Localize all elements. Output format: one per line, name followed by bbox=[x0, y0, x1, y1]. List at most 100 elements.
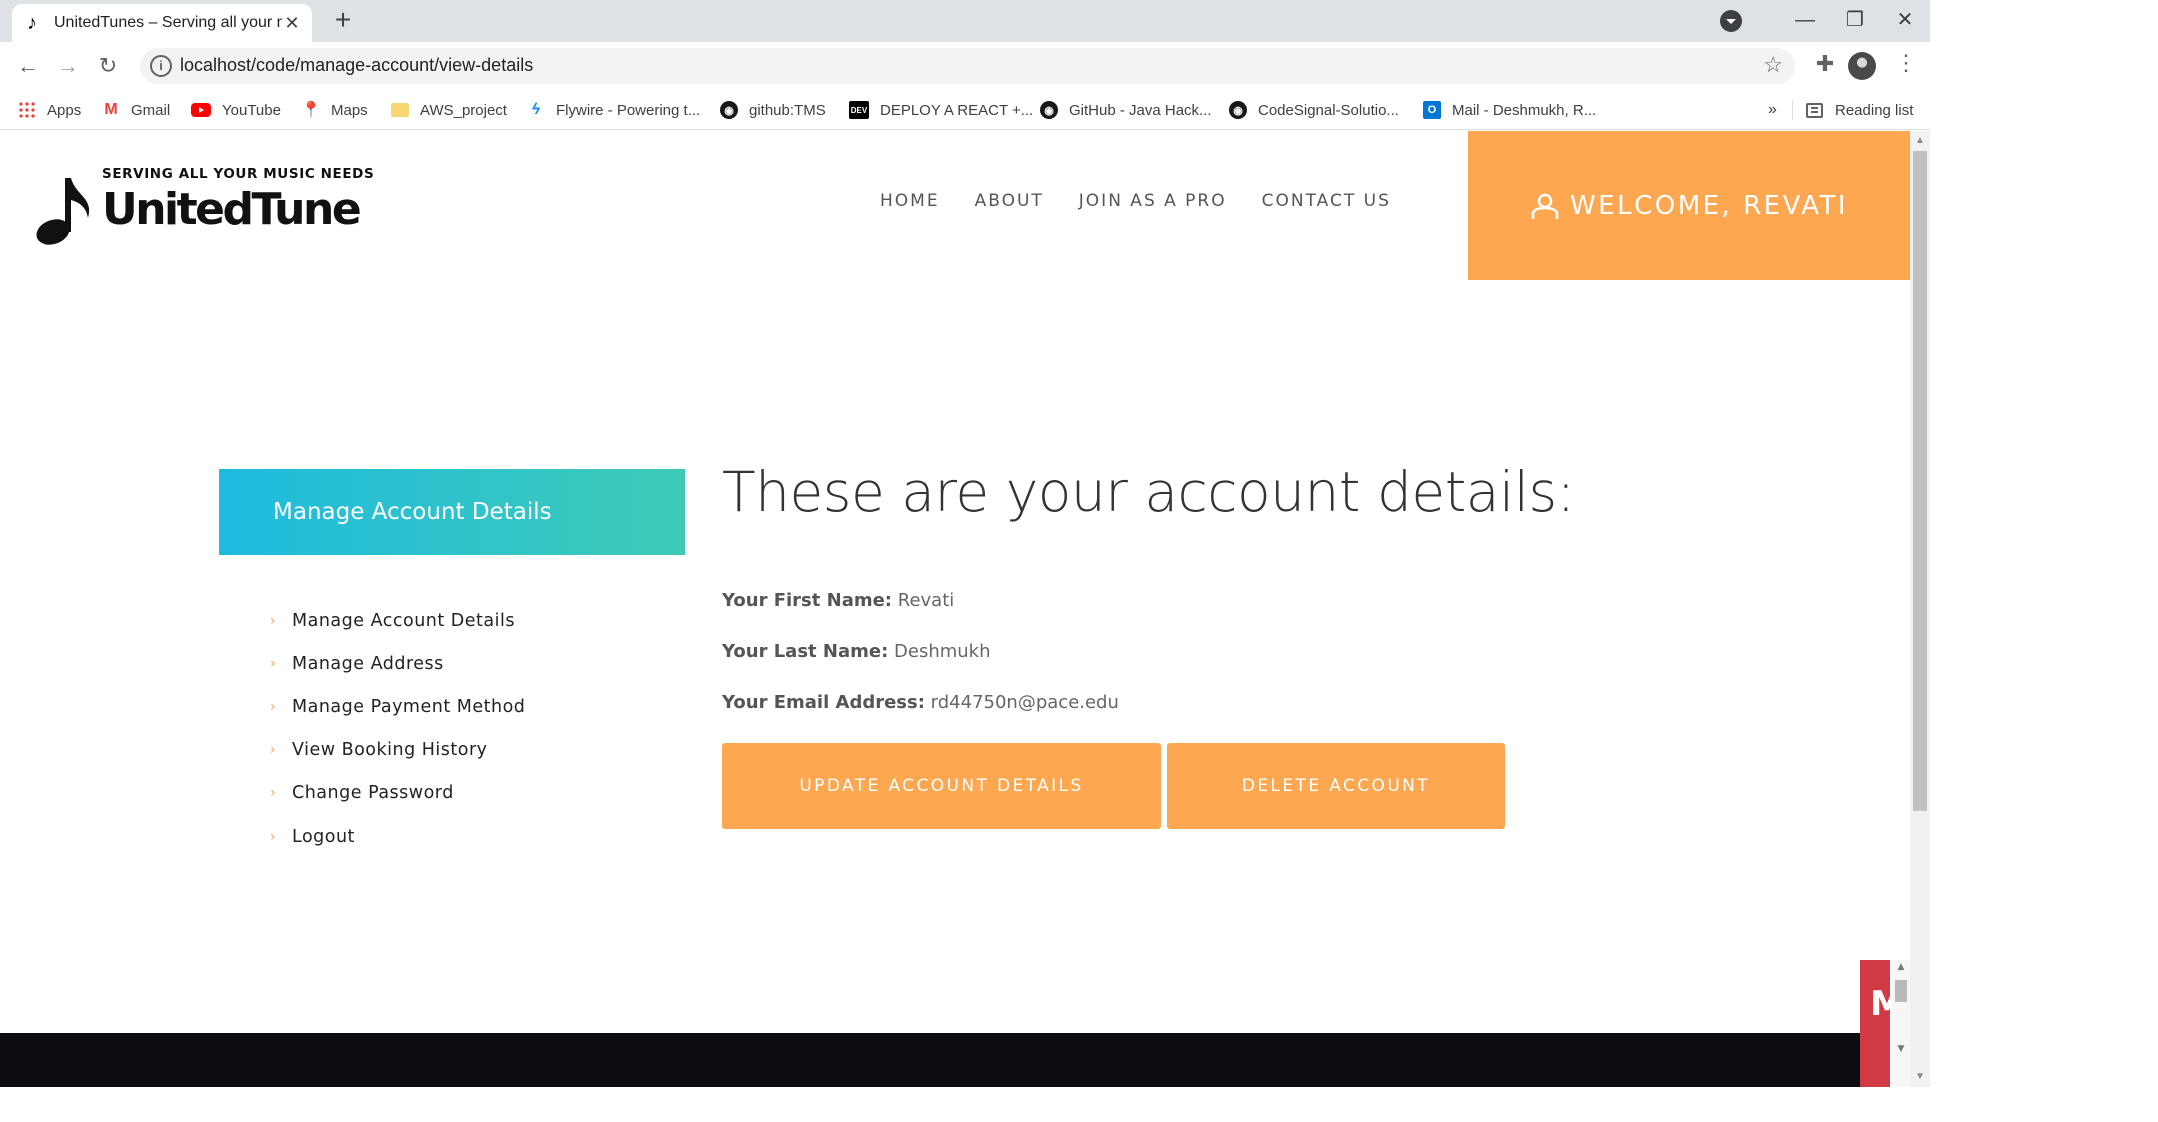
github-icon: ◉ bbox=[1040, 101, 1058, 119]
bookmark-codesignal[interactable]: ◉ CodeSignal-Solutio... bbox=[1229, 90, 1399, 130]
sidebar-item-manage-account-details[interactable]: › Manage Account Details bbox=[270, 599, 525, 642]
bookmark-label: Flywire - Powering t... bbox=[556, 101, 701, 119]
bookmark-flywire[interactable]: ϟ Flywire - Powering t... bbox=[527, 90, 700, 130]
bookmarks-divider bbox=[1792, 100, 1793, 120]
bookmark-aws-project[interactable]: AWS_project bbox=[391, 90, 507, 130]
browser-tab[interactable]: ♪ UnitedTunes – Serving all your m ✕ bbox=[12, 4, 312, 42]
scroll-up-arrow-icon[interactable]: ▲ bbox=[1892, 962, 1910, 972]
bookmark-mail[interactable]: O Mail - Deshmukh, R... bbox=[1423, 90, 1596, 130]
update-account-button[interactable]: UPDATE ACCOUNT DETAILS bbox=[722, 743, 1161, 829]
restore-button[interactable]: ❐ bbox=[1830, 4, 1880, 36]
bookmark-label: Apps bbox=[47, 101, 82, 119]
reload-icon[interactable]: ↻ bbox=[92, 50, 124, 82]
music-note-favicon-icon: ♪ bbox=[27, 12, 37, 34]
sidebar-item-manage-payment-method[interactable]: › Manage Payment Method bbox=[270, 685, 525, 728]
back-arrow-icon[interactable]: ← bbox=[12, 50, 44, 82]
chevron-right-icon: › bbox=[270, 828, 276, 845]
sidebar-item-view-booking-history[interactable]: › View Booking History bbox=[270, 729, 525, 772]
forward-arrow-icon[interactable]: → bbox=[52, 50, 84, 82]
chevron-right-icon: › bbox=[270, 742, 276, 759]
bookmark-deploy-react[interactable]: DEV DEPLOY A REACT +... bbox=[849, 90, 1033, 130]
address-bar[interactable]: i localhost/code/manage-account/view-det… bbox=[140, 48, 1795, 84]
scrollbar-thumb[interactable] bbox=[1913, 151, 1927, 811]
flywire-icon: ϟ bbox=[531, 101, 541, 118]
music-note-logo-icon bbox=[36, 178, 90, 245]
nav-join-as-pro[interactable]: JOIN AS A PRO bbox=[1079, 191, 1227, 211]
outlook-icon: O bbox=[1423, 101, 1441, 119]
scroll-down-arrow-icon[interactable]: ▼ bbox=[1892, 1044, 1910, 1054]
sidebar-item-logout[interactable]: › Logout bbox=[270, 815, 525, 858]
github-icon: ◉ bbox=[1229, 101, 1247, 119]
reading-list-icon bbox=[1806, 102, 1823, 118]
scroll-down-arrow-icon[interactable]: ▼ bbox=[1910, 1067, 1930, 1087]
last-name-row: Your Last Name: Deshmukh bbox=[722, 641, 991, 662]
page-viewport: SERVING ALL YOUR MUSIC NEEDS UnitedTune … bbox=[0, 131, 1910, 1087]
page-title: These are your account details: bbox=[722, 460, 1575, 524]
chevron-right-icon: › bbox=[270, 785, 276, 802]
logo-tagline: SERVING ALL YOUR MUSIC NEEDS bbox=[102, 166, 375, 182]
delete-account-button[interactable]: DELETE ACCOUNT bbox=[1167, 743, 1505, 829]
first-name-label: Your First Name: bbox=[722, 590, 893, 611]
scroll-up-arrow-icon[interactable]: ▲ bbox=[1910, 131, 1930, 151]
sidebar-item-manage-address[interactable]: › Manage Address bbox=[270, 642, 525, 685]
apps-grid-icon bbox=[18, 101, 36, 119]
menu-kebab-icon[interactable]: ⋮ bbox=[1895, 50, 1917, 76]
welcome-text: WELCOME, REVATI bbox=[1569, 190, 1849, 221]
bookmark-maps[interactable]: 📍 Maps bbox=[301, 90, 368, 130]
sidebar-heading: Manage Account Details bbox=[219, 469, 685, 555]
bookmarks-overflow-chevron-icon[interactable]: » bbox=[1768, 90, 1777, 130]
bookmark-label: CodeSignal-Solutio... bbox=[1258, 101, 1399, 119]
youtube-icon bbox=[191, 103, 211, 117]
minimize-button[interactable]: — bbox=[1780, 4, 1830, 36]
nav-home[interactable]: HOME bbox=[880, 191, 940, 211]
email-value: rd44750n@pace.edu bbox=[930, 692, 1119, 713]
main-nav: HOME ABOUT JOIN AS A PRO CONTACT US bbox=[880, 191, 1426, 211]
sidebar-item-label: Manage Address bbox=[292, 653, 444, 674]
new-tab-button[interactable]: + bbox=[327, 5, 359, 37]
close-window-button[interactable]: ✕ bbox=[1880, 4, 1930, 36]
chat-widget-scrollbar[interactable]: ▲ ▼ bbox=[1892, 960, 1910, 1087]
profile-avatar[interactable] bbox=[1848, 52, 1876, 80]
site-logo[interactable]: SERVING ALL YOUR MUSIC NEEDS UnitedTune bbox=[34, 166, 374, 246]
tab-strip: ♪ UnitedTunes – Serving all your m ✕ + —… bbox=[0, 0, 1930, 42]
last-name-label: Your Last Name: bbox=[722, 641, 889, 662]
extensions-puzzle-icon[interactable]: ✚ bbox=[1810, 51, 1840, 77]
chat-widget-scroll-thumb[interactable] bbox=[1895, 980, 1907, 1002]
bookmark-youtube[interactable]: YouTube bbox=[191, 90, 281, 130]
page-scrollbar[interactable]: ▲ ▼ bbox=[1910, 131, 1930, 1087]
email-row: Your Email Address: rd44750n@pace.edu bbox=[722, 692, 1119, 713]
nav-contact-us[interactable]: CONTACT US bbox=[1262, 191, 1391, 211]
chevron-right-icon: › bbox=[270, 698, 276, 715]
nav-about[interactable]: ABOUT bbox=[975, 191, 1044, 211]
welcome-user-button[interactable]: WELCOME, REVATI bbox=[1468, 131, 1910, 280]
first-name-row: Your First Name: Revati bbox=[722, 590, 954, 611]
sidebar-heading-text: Manage Account Details bbox=[273, 499, 552, 525]
bookmark-label: YouTube bbox=[222, 101, 281, 119]
bookmarks-bar: Apps M Gmail YouTube 📍 Maps AWS_project … bbox=[0, 90, 1930, 130]
url-text[interactable]: localhost/code/manage-account/view-detai… bbox=[180, 55, 533, 76]
browser-window: ♪ UnitedTunes – Serving all your m ✕ + —… bbox=[0, 0, 1930, 1087]
screenshot-root: ♪ UnitedTunes – Serving all your m ✕ + —… bbox=[0, 0, 2158, 1122]
bookmark-github-tms[interactable]: ◉ github:TMS bbox=[720, 90, 826, 130]
bookmark-apps[interactable]: Apps bbox=[18, 90, 81, 130]
bookmark-gmail[interactable]: M Gmail bbox=[102, 90, 170, 130]
tab-close-icon[interactable]: ✕ bbox=[282, 13, 302, 33]
logo-wordmark: UnitedTune bbox=[102, 184, 362, 235]
last-name-value: Deshmukh bbox=[894, 641, 991, 662]
sidebar-item-label: Manage Payment Method bbox=[292, 696, 526, 717]
email-label: Your Email Address: bbox=[722, 692, 925, 713]
bookmark-label: Maps bbox=[331, 101, 368, 119]
site-info-icon[interactable]: i bbox=[150, 55, 172, 77]
sidebar-item-change-password[interactable]: › Change Password bbox=[270, 772, 525, 815]
site-footer bbox=[0, 1033, 1910, 1087]
bookmark-label: AWS_project bbox=[420, 101, 507, 119]
tab-title: UnitedTunes – Serving all your m bbox=[54, 14, 282, 31]
gmail-icon: M bbox=[104, 101, 118, 118]
reading-list-button[interactable]: Reading list bbox=[1806, 90, 1913, 130]
user-icon bbox=[1531, 193, 1559, 219]
tab-search-icon[interactable] bbox=[1720, 10, 1742, 32]
bookmark-star-icon[interactable]: ☆ bbox=[1763, 52, 1783, 78]
chat-widget[interactable]: M ▲ ▼ bbox=[1860, 960, 1910, 1087]
sidebar-item-label: View Booking History bbox=[292, 740, 488, 761]
bookmark-github-java[interactable]: ◉ GitHub - Java Hack... bbox=[1040, 90, 1212, 130]
